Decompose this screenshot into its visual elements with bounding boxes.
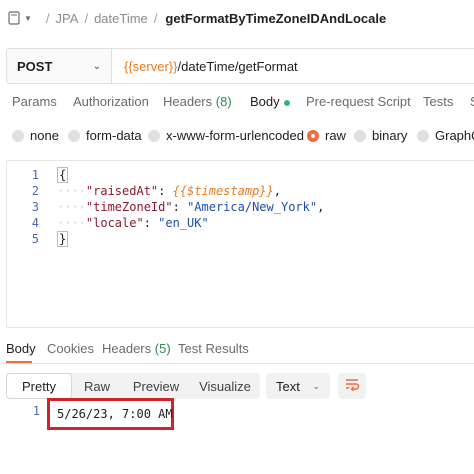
response-value: 5/26/23, 7:00 AM <box>57 407 173 421</box>
json-colon: : <box>172 200 188 214</box>
radio-circle <box>354 129 366 142</box>
line-number: 2 <box>31 184 39 198</box>
radio-x-www-form-urlencoded[interactable]: x-www-form-urlencoded <box>148 128 304 143</box>
chevron-down-icon[interactable]: ▼ <box>24 14 32 23</box>
code-line: 3 ····"timeZoneId": "America/New_York", <box>7 199 325 215</box>
code-line: 4 ····"locale": "en_UK" <box>7 215 209 231</box>
line-number: 3 <box>31 200 39 214</box>
url-path: /dateTime/getFormat <box>177 58 298 74</box>
chevron-down-icon: ⌄ <box>92 60 101 72</box>
code-line: 2 ····"raisedAt": {{$timestamp}}, <box>7 183 281 199</box>
request-name[interactable]: getFormatByTimeZoneIDAndLocale <box>165 11 386 26</box>
tab-body-label: Body <box>250 94 280 109</box>
indent-guide: ···· <box>57 216 86 230</box>
view-visualize-button[interactable]: Visualize <box>190 373 260 399</box>
wrap-lines-icon <box>344 377 360 396</box>
tab-body[interactable]: Body <box>250 94 290 109</box>
response-tab-test-results[interactable]: Test Results <box>178 341 249 356</box>
breadcrumb: ▼ / JPA / dateTime / getFormatByTimeZone… <box>0 5 386 31</box>
code-line: 5 } <box>7 231 69 247</box>
radio-circle <box>417 129 429 142</box>
tab-headers-label: Headers <box>163 94 213 109</box>
breadcrumb-separator: / <box>84 10 89 26</box>
json-string-value: "en_UK" <box>158 216 209 230</box>
view-pretty-button[interactable]: Pretty <box>6 373 72 399</box>
response-line-number: 1 <box>32 404 40 418</box>
tab-pre-request-script[interactable]: Pre-request Script <box>306 94 411 109</box>
json-key: "timeZoneId" <box>85 200 173 214</box>
response-headers-count: (5) <box>154 341 171 356</box>
tab-params[interactable]: Params <box>12 94 57 109</box>
response-value-highlight: 5/26/23, 7:00 AM <box>47 398 174 430</box>
breadcrumb-item-jpa[interactable]: JPA <box>56 11 79 26</box>
radio-raw[interactable]: raw <box>307 128 346 143</box>
response-tab-body[interactable]: Body <box>6 341 36 356</box>
response-tab-headers[interactable]: Headers (5) <box>102 341 171 356</box>
headers-count: (8) <box>215 94 232 109</box>
indent-guide: ···· <box>57 184 86 198</box>
line-number: 1 <box>31 168 39 182</box>
breadcrumb-item-datetime[interactable]: dateTime <box>94 11 148 26</box>
radio-circle-selected <box>307 129 319 142</box>
tab-headers[interactable]: Headers (8) <box>163 94 232 109</box>
collection-icon[interactable] <box>0 8 22 28</box>
code-line: 1 { <box>7 167 69 183</box>
line-number: 5 <box>31 232 39 246</box>
chevron-down-icon: ⌄ <box>312 380 320 391</box>
breadcrumb-separator: / <box>153 10 158 26</box>
request-body-editor[interactable]: 1 { 2 ····"raisedAt": {{$timestamp}}, 3 … <box>6 160 474 328</box>
view-raw-button[interactable]: Raw <box>72 373 122 399</box>
tab-settings[interactable]: S <box>470 94 474 109</box>
radio-label: none <box>30 128 59 143</box>
radio-label: GraphQL <box>435 128 474 143</box>
radio-graphql[interactable]: GraphQL <box>417 128 474 143</box>
view-preview-button[interactable]: Preview <box>122 373 190 399</box>
radio-circle <box>12 129 24 142</box>
json-comma: , <box>273 184 281 198</box>
json-key: "locale" <box>85 216 144 230</box>
json-key: "raisedAt" <box>85 184 159 198</box>
line-number: 4 <box>31 216 39 230</box>
radio-binary[interactable]: binary <box>354 128 407 143</box>
indent-guide: ···· <box>57 200 86 214</box>
tab-authorization[interactable]: Authorization <box>73 94 149 109</box>
format-select[interactable]: Text ⌄ <box>266 373 330 399</box>
request-url-bar: POST ⌄ {{server}}/dateTime/getFormat <box>6 48 474 84</box>
radio-circle <box>68 129 80 142</box>
url-variable: {{server}} <box>124 58 178 74</box>
response-tab-headers-label: Headers <box>102 341 152 356</box>
radio-form-data[interactable]: form-data <box>68 128 142 143</box>
json-close-brace: } <box>57 231 69 247</box>
body-indicator-dot <box>283 99 290 106</box>
json-open-brace: { <box>57 167 69 183</box>
radio-label: x-www-form-urlencoded <box>166 128 304 143</box>
wrap-lines-button[interactable] <box>338 373 366 399</box>
response-view-segmented-control: Pretty Raw Preview Visualize <box>6 373 260 399</box>
breadcrumb-separator: / <box>45 10 50 26</box>
url-input[interactable]: {{server}}/dateTime/getFormat <box>112 49 474 83</box>
method-select[interactable]: POST ⌄ <box>7 49 112 83</box>
json-colon: : <box>158 184 173 198</box>
json-variable-value: {{$timestamp}} <box>172 184 274 198</box>
radio-label: form-data <box>86 128 142 143</box>
radio-label: binary <box>372 128 408 143</box>
json-comma: , <box>317 200 325 214</box>
format-label: Text <box>276 378 300 394</box>
radio-label: raw <box>325 128 346 143</box>
divider <box>0 363 474 364</box>
method-label: POST <box>17 58 53 74</box>
tab-tests[interactable]: Tests <box>423 94 453 109</box>
response-tab-cookies[interactable]: Cookies <box>47 341 94 356</box>
radio-none[interactable]: none <box>12 128 59 143</box>
radio-circle <box>148 129 160 142</box>
json-colon: : <box>143 216 159 230</box>
json-string-value: "America/New_York" <box>187 200 318 214</box>
